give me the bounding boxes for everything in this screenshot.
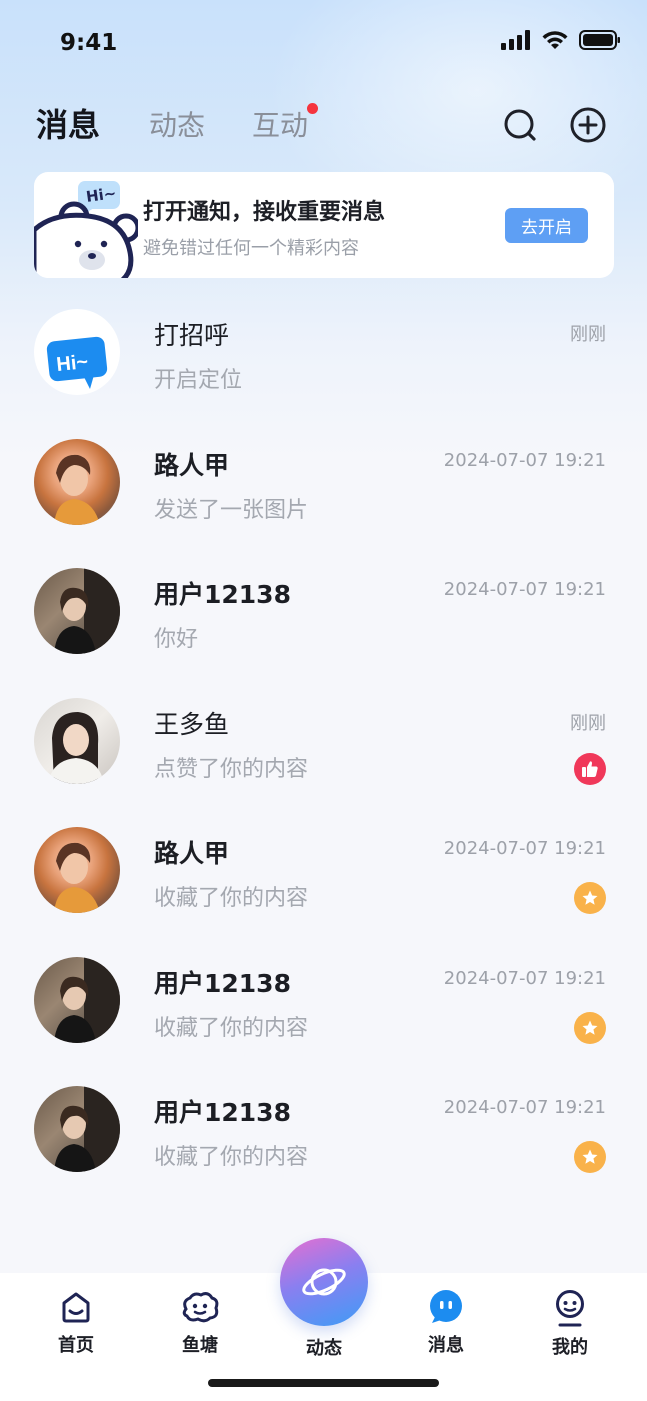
- tab-interactions[interactable]: 互动: [252, 104, 308, 144]
- list-item[interactable]: 路人甲 收藏了你的内容 2024-07-07 19:21: [0, 814, 647, 924]
- message-preview: 收藏了你的内容: [154, 1145, 309, 1170]
- list-item[interactable]: 路人甲 发送了一张图片 2024-07-07 19:21: [0, 426, 647, 536]
- message-time: 2024-07-07 19:21: [443, 1097, 606, 1118]
- nav-home[interactable]: 首页: [36, 1289, 116, 1359]
- nav-label: 首页: [58, 1335, 94, 1356]
- star-badge: [574, 882, 606, 914]
- add-circle-icon[interactable]: [569, 106, 607, 144]
- list-item[interactable]: 用户12138 收藏了你的内容 2024-07-07 19:21: [0, 944, 647, 1054]
- nav-label: 我的: [552, 1337, 588, 1358]
- avatar: [34, 957, 120, 1043]
- list-item[interactable]: Hi~ 打招呼 开启定位 刚刚: [0, 296, 647, 406]
- like-badge: [574, 753, 606, 785]
- tab-messages[interactable]: 消息: [36, 100, 100, 146]
- banner-subtitle: 避免错过任何一个精彩内容: [143, 238, 359, 259]
- message-preview: 点赞了你的内容: [154, 757, 309, 782]
- status-icons: [501, 30, 621, 50]
- home-indicator[interactable]: [208, 1379, 439, 1387]
- list-item[interactable]: 用户12138 收藏了你的内容 2024-07-07 19:21: [0, 1073, 647, 1183]
- message-icon: [430, 1290, 462, 1323]
- avatar: [34, 568, 120, 654]
- contact-name: 用户12138: [154, 969, 291, 998]
- avatar: [34, 827, 120, 913]
- star-icon: [582, 1149, 598, 1164]
- message-time: 2024-07-07 19:21: [443, 450, 606, 471]
- message-time: 刚刚: [570, 324, 606, 345]
- status-time: 9:41: [60, 30, 118, 56]
- message-preview: 你好: [154, 627, 199, 652]
- planet-icon: [302, 1268, 346, 1296]
- message-preview: 开启定位: [154, 368, 243, 393]
- contact-name: 用户12138: [154, 1098, 291, 1127]
- message-time: 2024-07-07 19:21: [443, 838, 606, 859]
- profile-icon: [556, 1290, 584, 1327]
- status-bar: 9:41: [0, 0, 647, 88]
- thumbs-up-icon: [582, 761, 598, 777]
- notification-banner[interactable]: Hi~ 打开通知，接收重要消息 避免错过任何一个精彩内容 去开启: [34, 172, 614, 278]
- wifi-icon: [542, 31, 568, 49]
- message-preview: 收藏了你的内容: [154, 886, 309, 911]
- contact-name: 用户12138: [154, 580, 291, 609]
- nav-feed-fab[interactable]: [280, 1238, 368, 1326]
- list-item[interactable]: 用户12138 你好 2024-07-07 19:21: [0, 555, 647, 665]
- avatar: Hi~: [34, 309, 120, 395]
- avatar: [34, 439, 120, 525]
- star-badge: [574, 1141, 606, 1173]
- cellular-signal-icon: [501, 30, 530, 50]
- banner-title: 打开通知，接收重要消息: [143, 200, 386, 225]
- top-header: 消息 动态 互动: [0, 96, 647, 156]
- star-icon: [582, 1020, 598, 1035]
- nav-label[interactable]: 动态: [280, 1334, 368, 1360]
- avatar: [34, 1086, 120, 1172]
- nav-label: 鱼塘: [182, 1335, 218, 1356]
- message-time: 刚刚: [570, 713, 606, 734]
- contact-name: 路人甲: [154, 839, 230, 868]
- list-item[interactable]: 王多鱼 点赞了你的内容 刚刚: [0, 685, 647, 795]
- nav-pond[interactable]: 鱼塘: [160, 1289, 240, 1359]
- nav-label: 消息: [428, 1335, 464, 1356]
- message-time: 2024-07-07 19:21: [443, 968, 606, 989]
- home-icon: [62, 1292, 90, 1323]
- nav-messages[interactable]: 消息: [406, 1289, 486, 1359]
- search-icon[interactable]: [501, 106, 539, 144]
- pond-icon: [182, 1292, 219, 1323]
- star-icon: [582, 890, 598, 905]
- message-preview: 收藏了你的内容: [154, 1016, 309, 1041]
- contact-name: 打招呼: [154, 321, 230, 350]
- message-preview: 发送了一张图片: [154, 498, 309, 523]
- contact-name: 王多鱼: [154, 710, 230, 739]
- battery-icon: [579, 30, 620, 50]
- star-badge: [574, 1012, 606, 1044]
- svg-text:Hi~: Hi~: [55, 351, 89, 376]
- nav-profile[interactable]: 我的: [530, 1289, 610, 1359]
- avatar: [34, 698, 120, 784]
- contact-name: 路人甲: [154, 451, 230, 480]
- hi-bubble-icon: Hi~: [46, 336, 108, 389]
- message-time: 2024-07-07 19:21: [443, 579, 606, 600]
- enable-notification-button[interactable]: 去开启: [505, 208, 588, 243]
- unread-dot: [307, 103, 318, 114]
- tab-feed[interactable]: 动态: [149, 104, 205, 144]
